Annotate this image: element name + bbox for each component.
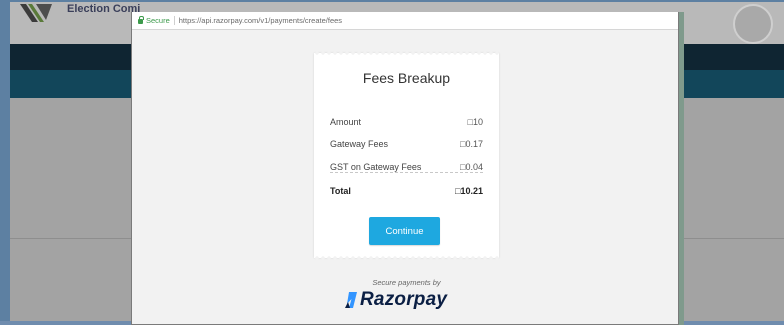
fee-row-gst: GST on Gateway Fees □0.04 [330,162,483,172]
secure-label: Secure [146,16,170,25]
url-text[interactable]: https://api.razorpay.com/v1/payments/cre… [179,16,342,25]
razorpay-logo-icon [345,292,357,308]
fee-label: GST on Gateway Fees [330,162,422,172]
fees-title: Fees Breakup [362,70,451,86]
payment-popup-window: Secure https://api.razorpay.com/v1/payme… [131,12,679,325]
lock-icon [138,15,144,24]
fee-row-gateway: Gateway Fees □0.17 [330,139,483,149]
total-value: □10.21 [455,186,483,196]
fee-row-amount: Amount □10 [330,117,483,127]
address-separator [173,16,175,25]
fee-value: □0.17 [460,139,483,149]
fee-label: Amount [330,117,362,127]
window-frame-top [0,0,784,2]
popup-edge [679,12,684,325]
background-site-title: Election Comi [67,3,141,15]
address-bar[interactable]: Secure https://api.razorpay.com/v1/payme… [132,12,678,30]
continue-button[interactable]: Continue [369,217,440,245]
secure-payments-text: Secure payments by [372,278,441,287]
avatar [733,4,773,44]
fees-breakup-card: Fees Breakup Amount □10 Gateway Fees □0.… [314,51,499,260]
fee-value: □10 [467,117,483,127]
site-logo-icon [20,4,52,22]
razorpay-brand-text: Razorpay [360,289,448,310]
total-divider [330,172,483,173]
fee-row-total: Total □10.21 [330,186,483,196]
window-frame-left [0,0,10,325]
fee-label: Gateway Fees [330,139,389,149]
total-label: Total [330,186,351,196]
fee-value: □0.04 [460,162,483,172]
razorpay-brand: Razorpay [344,288,447,312]
